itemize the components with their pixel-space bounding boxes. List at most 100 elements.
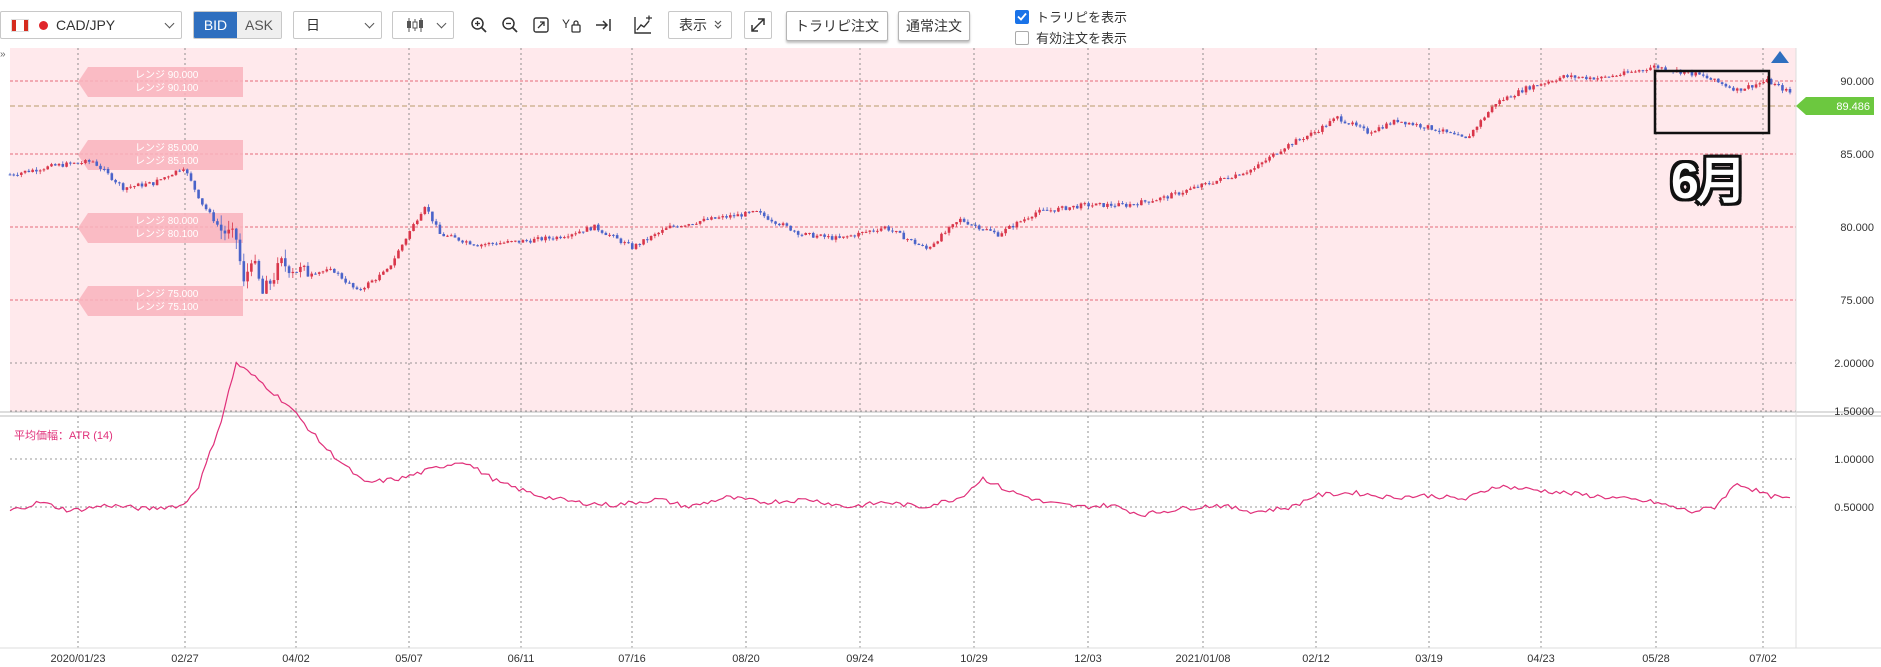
fit-button[interactable]: [527, 11, 555, 39]
candle-body: [1347, 123, 1351, 125]
jump-latest-button[interactable]: [589, 11, 617, 39]
candle-body: [1290, 144, 1294, 146]
candle-body: [393, 258, 396, 266]
zoom-out-button[interactable]: [496, 11, 524, 39]
candle-body: [1381, 127, 1385, 129]
candle-body: [283, 258, 287, 267]
x-tick-label: 07/16: [618, 653, 646, 665]
candle-body: [1049, 210, 1053, 212]
candle-body: [589, 227, 593, 231]
symbol-select[interactable]: CAD/JPY: [0, 11, 182, 39]
candle-body: [1649, 67, 1652, 71]
candle-body: [917, 243, 921, 245]
candle-body: [1324, 125, 1328, 127]
candle-body: [525, 240, 528, 242]
candle-body: [728, 215, 732, 218]
candle-body: [1215, 180, 1219, 184]
chart-type-select[interactable]: [392, 11, 454, 39]
candle-body: [981, 229, 985, 231]
candle-body: [468, 241, 472, 245]
candle-body: [849, 235, 853, 237]
candle-body: [566, 236, 570, 238]
candle-body: [35, 169, 38, 172]
candle-body: [1098, 203, 1102, 205]
candle-body: [242, 261, 246, 282]
candle-body: [1317, 131, 1320, 133]
candle-body: [1626, 71, 1630, 73]
candle-body: [1124, 203, 1128, 207]
candle-body: [547, 236, 551, 239]
candle-body: [351, 283, 355, 288]
indicator-button[interactable]: [629, 11, 657, 39]
display-menu-button[interactable]: 表示: [668, 11, 732, 39]
show-trap-checkbox[interactable]: [1015, 9, 1029, 24]
x-tick-label: 06/11: [508, 653, 535, 665]
candle-body: [1226, 177, 1230, 179]
x-tick-label: 2021/01/08: [1175, 653, 1230, 665]
candle-body: [1079, 203, 1083, 209]
show-trap-option[interactable]: トラリピを表示: [1015, 7, 1127, 26]
candle-body: [774, 221, 777, 224]
candle-body: [1328, 121, 1332, 126]
candle-body: [72, 162, 76, 164]
candle-body: [1698, 72, 1701, 75]
bid-button[interactable]: BID: [194, 12, 238, 38]
candle-body: [959, 218, 962, 223]
candle-body: [683, 225, 687, 227]
candle-body: [932, 243, 936, 247]
candle-body: [789, 225, 792, 231]
candle-body: [1781, 85, 1784, 91]
candle-body: [887, 226, 890, 231]
candle-body: [261, 278, 264, 294]
x-tick-label: 04/23: [1527, 653, 1555, 665]
candle-body: [800, 234, 804, 236]
fullscreen-button[interactable]: [744, 11, 772, 39]
show-valid-orders-label: 有効注文を表示: [1036, 31, 1128, 46]
add-indicator-icon: [634, 15, 652, 34]
atr-tick-label: 1.00000: [1834, 454, 1874, 466]
x-tick-label: 2020/01/23: [50, 653, 105, 665]
candle-body: [442, 233, 445, 237]
x-tick-label: 05/28: [1642, 653, 1670, 665]
zoom-in-button[interactable]: [465, 11, 493, 39]
candle-body: [272, 280, 276, 284]
candle-body: [8, 174, 12, 176]
candle-body: [653, 234, 657, 237]
candle-body: [921, 244, 924, 246]
candle-body: [223, 230, 227, 234]
range-band-area: [10, 48, 1796, 412]
candle-body: [1524, 86, 1528, 93]
candle-body: [555, 236, 559, 240]
ask-button[interactable]: ASK: [237, 12, 281, 38]
candle-body: [1313, 132, 1317, 134]
y-axis-lock-button[interactable]: Y: [558, 11, 586, 39]
price-chart[interactable]: レンジ 90.000 レンジ 90.100 レンジ 85.000 レンジ 85.100…: [0, 48, 1881, 667]
candle-body: [140, 183, 144, 187]
candle-body: [1177, 192, 1181, 195]
normal-order-button[interactable]: 通常注文: [898, 11, 970, 41]
candle-body: [1475, 126, 1479, 130]
trap-order-button[interactable]: トラリピ注文: [786, 11, 888, 41]
candle-body: [842, 236, 845, 238]
period-select[interactable]: 日: [293, 11, 382, 39]
candle-body: [785, 223, 789, 226]
collapse-panel-icon[interactable]: »: [0, 49, 6, 60]
show-valid-orders-checkbox[interactable]: [1015, 30, 1029, 45]
candle-body: [99, 165, 102, 169]
candle-body: [793, 230, 796, 232]
candle-body: [389, 265, 393, 269]
y-axis-lock-icon: Y: [562, 17, 581, 33]
candle-body: [638, 244, 642, 246]
candle-body: [1181, 192, 1185, 195]
candle-body: [853, 235, 857, 237]
candle-body: [883, 226, 887, 229]
candle-body: [695, 223, 698, 225]
candle-body: [457, 237, 461, 241]
show-valid-orders-option[interactable]: 有効注文を表示: [1015, 28, 1127, 47]
candle-body: [1023, 219, 1026, 222]
candle-body: [1075, 205, 1079, 209]
bid-ask-toggle: BID ASK: [193, 11, 282, 39]
candle-body: [185, 169, 189, 174]
candle-body: [936, 241, 940, 244]
candle-body: [996, 232, 1000, 237]
